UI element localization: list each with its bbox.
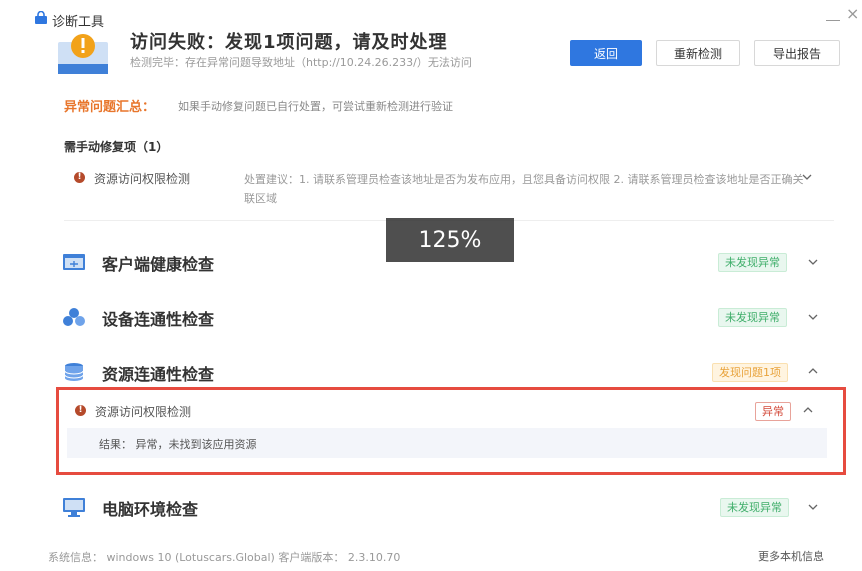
error-icon: ! bbox=[75, 405, 86, 416]
section-label: 资源连通性检查 bbox=[102, 365, 215, 384]
section-client-health[interactable]: 客户端健康检查 未发现异常 bbox=[56, 242, 836, 282]
status-badge: 未发现异常 bbox=[718, 308, 787, 327]
warning-folder-icon bbox=[58, 34, 108, 74]
status-sub-text: 存在异常问题导致地址（http://10.24.26.233/）无法访问 bbox=[185, 56, 472, 69]
manual-repair-title: 需手动修复项（1） bbox=[64, 140, 169, 154]
minimize-button[interactable] bbox=[826, 12, 840, 22]
title-bar: 诊断工具 × bbox=[0, 0, 862, 32]
lock-icon bbox=[35, 11, 47, 24]
chevron-up-icon[interactable] bbox=[808, 366, 818, 376]
result-header: 访问失败：发现1项问题，请及时处理 检测完毕：存在异常问题导致地址（http:/… bbox=[0, 32, 862, 82]
status-badge: 未发现异常 bbox=[718, 253, 787, 272]
error-icon: ! bbox=[74, 172, 85, 183]
window-title: 诊断工具 bbox=[52, 15, 105, 30]
window-icon bbox=[63, 254, 85, 270]
export-report-button[interactable]: 导出报告 bbox=[754, 40, 840, 66]
section-label: 电脑环境检查 bbox=[102, 500, 199, 519]
error-badge: 异常 bbox=[755, 402, 791, 421]
chevron-up-icon[interactable] bbox=[803, 405, 813, 415]
section-label: 客户端健康检查 bbox=[102, 255, 215, 274]
resource-access-detail: ! 资源访问权限检测 异常 结果： 异常，未找到该应用资源 bbox=[56, 387, 846, 475]
status-headline: 访问失败：发现1项问题，请及时处理 bbox=[130, 32, 448, 53]
chevron-down-icon[interactable] bbox=[808, 257, 818, 267]
chevron-down-icon[interactable] bbox=[808, 502, 818, 512]
detail-result-text: 结果： 异常，未找到该应用资源 bbox=[99, 438, 257, 451]
database-icon bbox=[64, 363, 84, 381]
status-badge: 未发现异常 bbox=[720, 498, 789, 517]
manual-item-name: 资源访问权限检测 bbox=[94, 172, 191, 186]
more-info-link[interactable]: 更多本机信息 bbox=[758, 548, 824, 564]
close-button[interactable]: × bbox=[846, 6, 862, 22]
manual-item-advice: 处置建议：1. 请联系管理员检查该地址是否为发布应用，且您具备访问权限 2. 请… bbox=[244, 173, 804, 205]
section-resource-connectivity[interactable]: 资源连通性检查 发现问题1项 bbox=[56, 352, 836, 392]
summary-hint: 如果手动修复问题已自行处置，可尝试重新检测进行验证 bbox=[178, 100, 453, 113]
summary-title: 异常问题汇总： bbox=[64, 100, 156, 115]
recheck-button[interactable]: 重新检测 bbox=[656, 40, 740, 66]
footer: 系统信息： windows 10 (Lotuscars.Global) 客户端版… bbox=[0, 540, 862, 571]
detail-item-name: 资源访问权限检测 bbox=[95, 405, 192, 419]
section-pc-environment[interactable]: 电脑环境检查 未发现异常 bbox=[56, 487, 836, 527]
detail-result-row: 结果： 异常，未找到该应用资源 bbox=[67, 428, 827, 458]
monitor-icon bbox=[63, 498, 85, 517]
back-button[interactable]: 返回 bbox=[570, 40, 642, 66]
chevron-down-icon[interactable] bbox=[802, 172, 812, 182]
status-sub-label: 检测完毕： bbox=[130, 56, 185, 69]
system-info: 系统信息： windows 10 (Lotuscars.Global) 客户端版… bbox=[48, 551, 401, 564]
network-nodes-icon bbox=[63, 308, 85, 326]
resource-access-item[interactable]: ! 资源访问权限检测 异常 bbox=[59, 390, 843, 428]
section-device-connectivity[interactable]: 设备连通性检查 未发现异常 bbox=[56, 297, 836, 337]
manual-repair-item[interactable]: ! 资源访问权限检测 处置建议：1. 请联系管理员检查该地址是否为发布应用，且您… bbox=[64, 160, 834, 221]
status-badge: 发现问题1项 bbox=[712, 363, 788, 382]
section-label: 设备连通性检查 bbox=[102, 310, 215, 329]
status-subtitle: 检测完毕：存在异常问题导致地址（http://10.24.26.233/）无法访… bbox=[130, 54, 472, 70]
chevron-down-icon[interactable] bbox=[808, 312, 818, 322]
